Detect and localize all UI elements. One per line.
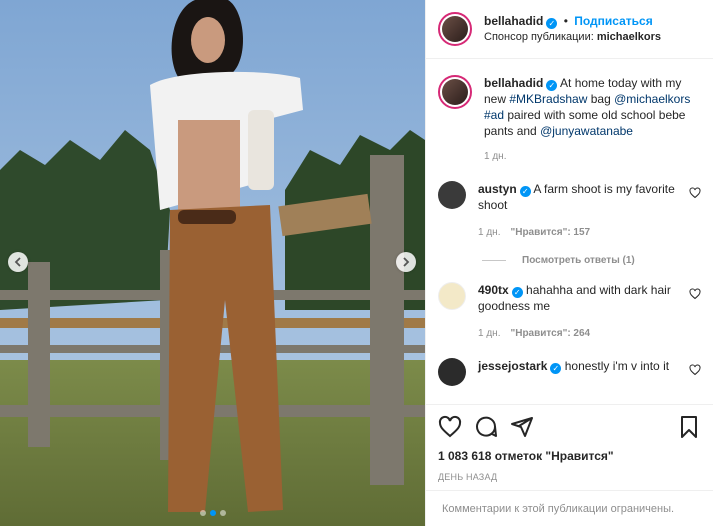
likes-count[interactable]: 1 083 618 отметок "Нравится"	[438, 449, 701, 463]
post-sidebar: bellahadid ✓ • Подписаться Спонсор публик…	[425, 0, 713, 526]
previous-photo-button[interactable]	[8, 252, 28, 272]
chevron-left-icon	[14, 257, 21, 267]
like-comment-heart-icon[interactable]	[689, 187, 701, 199]
author-avatar[interactable]	[438, 12, 472, 46]
comment-avatar[interactable]	[438, 181, 466, 209]
post-caption: bellahadid ✓ At home today with my new #M…	[438, 75, 701, 165]
sponsor-prefix: Спонсор публикации:	[484, 31, 594, 43]
comments-list[interactable]: bellahadid ✓ At home today with my new #M…	[426, 59, 713, 404]
next-photo-button[interactable]	[396, 252, 416, 272]
chevron-right-icon	[403, 257, 410, 267]
mention-link[interactable]: @junyawatanabe	[540, 124, 633, 138]
verified-badge-icon: ✓	[519, 186, 531, 197]
comment-item: jessejostark ✓ honestly i'm v into it	[438, 358, 701, 386]
photo-image	[0, 0, 425, 526]
post-header: bellahadid ✓ • Подписаться Спонсор публик…	[426, 0, 713, 59]
view-replies-label: Посмотреть ответы (1)	[522, 255, 635, 266]
carousel-dot	[199, 510, 206, 516]
bookmark-icon[interactable]	[677, 415, 701, 439]
like-comment-heart-icon[interactable]	[689, 288, 701, 300]
hashtag-link[interactable]: #MKBradshaw	[509, 92, 587, 106]
post-date[interactable]: ДЕНЬ НАЗАД	[438, 472, 701, 482]
carousel-indicator	[0, 510, 425, 516]
separator-dot: •	[563, 14, 568, 28]
comment-time: 1 дн.	[478, 328, 501, 339]
comment-time: 1 дн.	[478, 227, 501, 238]
comment-username[interactable]: jessejostark	[478, 359, 547, 373]
caption-text: bag	[590, 92, 611, 106]
comment-avatar[interactable]	[438, 358, 466, 386]
comment-text: honestly i'm v into it	[564, 359, 670, 373]
verified-badge-icon: ✓	[550, 363, 562, 374]
follow-button[interactable]: Подписаться	[574, 14, 652, 28]
view-replies-button[interactable]: Посмотреть ответы (1)	[482, 255, 701, 266]
share-icon[interactable]	[510, 415, 534, 439]
caption-username[interactable]: bellahadid	[484, 76, 543, 90]
sponsor-link[interactable]: michaelkors	[597, 31, 661, 43]
like-comment-heart-icon[interactable]	[689, 364, 701, 376]
comment-item: 490tx ✓ hahahha and with dark hair goodne…	[438, 282, 701, 342]
comment-likes[interactable]: "Нравится": 264	[510, 328, 590, 339]
verified-badge-icon: ✓	[546, 80, 558, 91]
post-photo[interactable]	[0, 0, 425, 526]
carousel-dot-active	[209, 510, 216, 516]
carousel-dot	[219, 510, 226, 516]
comment-username[interactable]: 490tx	[478, 283, 509, 297]
post-actions: 1 083 618 отметок "Нравится" ДЕНЬ НАЗАД	[426, 404, 713, 490]
verified-badge-icon: ✓	[546, 18, 558, 29]
comment-icon[interactable]	[474, 415, 498, 439]
mention-link[interactable]: @michaelkors	[614, 92, 690, 106]
comment-likes[interactable]: "Нравится": 157	[510, 227, 590, 238]
verified-badge-icon: ✓	[511, 287, 523, 298]
heart-icon[interactable]	[438, 415, 462, 439]
comment-username[interactable]: austyn	[478, 182, 517, 196]
comments-closed-notice: Комментарии к этой публикации ограничены…	[426, 490, 713, 526]
caption-avatar[interactable]	[438, 75, 472, 109]
hashtag-link[interactable]: #ad	[484, 108, 504, 122]
comment-avatar[interactable]	[438, 282, 466, 310]
caption-time: 1 дн.	[484, 151, 507, 162]
comment-item: austyn ✓ A farm shoot is my favorite shoo…	[438, 181, 701, 241]
instagram-post: bellahadid ✓ • Подписаться Спонсор публик…	[0, 0, 713, 526]
author-username[interactable]: bellahadid	[484, 14, 543, 28]
sponsor-line: Спонсор публикации: michaelkors	[484, 29, 661, 45]
